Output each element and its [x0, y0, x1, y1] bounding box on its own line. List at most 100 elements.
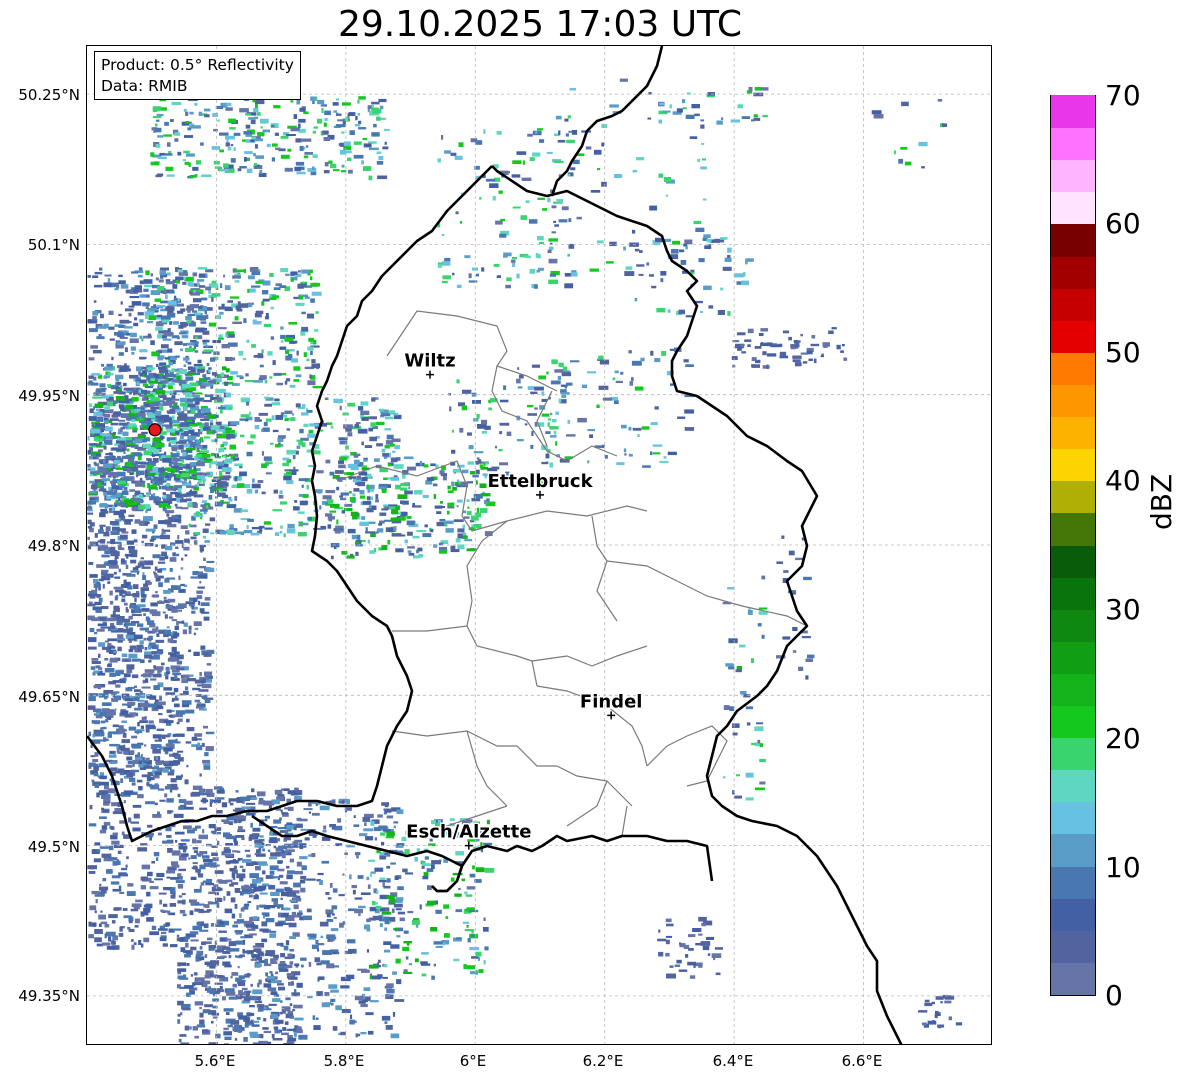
echo-pixel: [288, 1028, 295, 1031]
echo-pixel: [199, 807, 208, 810]
echo-pixel: [137, 604, 146, 608]
echo-pixel: [114, 596, 118, 601]
echo-pixel: [171, 783, 178, 788]
echo-pixel: [332, 888, 338, 893]
echo-pixel: [289, 384, 296, 388]
echo-pixel: [354, 908, 363, 914]
echo-pixel: [335, 470, 344, 474]
echo-pixel: [223, 163, 229, 168]
echo-pixel: [155, 144, 161, 148]
echo-pixel: [152, 106, 162, 112]
echo-pixel: [421, 973, 427, 977]
echo-pixel: [115, 616, 125, 621]
echo-pixel: [206, 878, 213, 884]
echo-pixel: [164, 121, 169, 126]
echo-pixel: [330, 503, 340, 508]
echo-pixel: [259, 364, 264, 368]
echo-pixel: [152, 628, 157, 633]
echo-pixel: [121, 598, 126, 603]
echo-pixel: [160, 503, 168, 507]
echo-pixel: [141, 774, 151, 778]
echo-pixel: [196, 450, 200, 453]
echo-pixel: [570, 272, 578, 277]
echo-pixel: [204, 699, 211, 703]
echo-pixel: [374, 867, 384, 872]
echo-pixel: [147, 333, 152, 338]
echo-pixel: [553, 220, 557, 223]
echo-pixel: [299, 428, 304, 434]
echo-pixel: [248, 894, 253, 898]
echo-pixel: [161, 551, 167, 556]
echo-pixel: [553, 160, 564, 164]
echo-pixel: [512, 160, 522, 164]
echo-pixel: [782, 330, 790, 334]
echo-pixel: [364, 445, 373, 448]
echo-pixel: [159, 696, 162, 701]
echo-pixel: [102, 395, 110, 399]
echo-pixel: [203, 763, 211, 766]
echo-pixel: [128, 424, 134, 427]
echo-pixel: [153, 852, 160, 857]
echo-pixel: [327, 524, 332, 529]
echo-pixel: [211, 1012, 219, 1016]
echo-pixel: [119, 591, 123, 596]
echo-pixel: [320, 960, 330, 965]
echo-pixel: [196, 511, 200, 516]
echo-pixel: [377, 175, 388, 180]
echo-pixel: [753, 114, 758, 118]
echo-pixel: [195, 705, 204, 709]
echo-pixel: [287, 353, 293, 357]
echo-pixel: [196, 921, 202, 926]
echo-pixel: [161, 107, 167, 111]
echo-pixel: [149, 307, 157, 311]
echo-pixel: [225, 135, 235, 140]
echo-pixel: [200, 386, 206, 389]
echo-pixel: [287, 953, 293, 958]
echo-pixel: [165, 377, 169, 380]
echo-pixel: [166, 603, 170, 607]
radar-map[interactable]: Wiltz Ettelbruck Findel Esch/Alzette: [86, 45, 992, 1045]
echo-pixel: [423, 872, 429, 877]
echo-pixel: [286, 825, 294, 830]
echo-pixel: [325, 459, 331, 464]
echo-pixel: [349, 497, 356, 502]
echo-pixel: [152, 734, 162, 739]
echo-pixel: [110, 826, 115, 830]
echo-pixel: [174, 132, 181, 136]
echo-pixel: [165, 294, 168, 300]
echo-pixel: [301, 865, 307, 871]
echo-pixel: [252, 827, 261, 832]
echo-pixel: [94, 732, 105, 737]
echo-pixel: [436, 521, 445, 527]
echo-pixel: [172, 321, 179, 325]
echo-pixel: [397, 494, 408, 499]
echo-pixel: [453, 958, 460, 962]
echo-pixel: [414, 958, 419, 963]
echo-pixel: [346, 939, 356, 944]
echo-pixel: [197, 368, 206, 372]
echo-pixel: [185, 347, 193, 353]
echo-pixel: [270, 442, 274, 445]
echo-pixel: [430, 927, 438, 932]
echo-pixel: [209, 973, 213, 977]
echo-pixel: [171, 453, 180, 458]
echo-pixel: [172, 928, 182, 931]
echo-pixel: [310, 298, 315, 303]
echo-pixel: [226, 331, 235, 335]
echo-pixel: [180, 839, 190, 842]
echo-pixel: [314, 444, 320, 449]
echo-pixel: [275, 1020, 284, 1024]
echo-pixel: [522, 160, 525, 165]
echo-pixel: [186, 403, 196, 408]
echo-pixel: [182, 159, 186, 162]
echo-pixel: [256, 112, 261, 116]
echo-pixel: [182, 1007, 191, 1011]
echo-pixel: [224, 381, 229, 386]
echo-pixel: [206, 560, 215, 563]
echo-pixel: [154, 566, 158, 571]
echo-pixel: [210, 357, 216, 362]
echo-pixel: [162, 492, 166, 496]
echo-pixel: [296, 1026, 302, 1032]
echo-pixel: [169, 903, 177, 907]
echo-pixel: [94, 894, 104, 897]
